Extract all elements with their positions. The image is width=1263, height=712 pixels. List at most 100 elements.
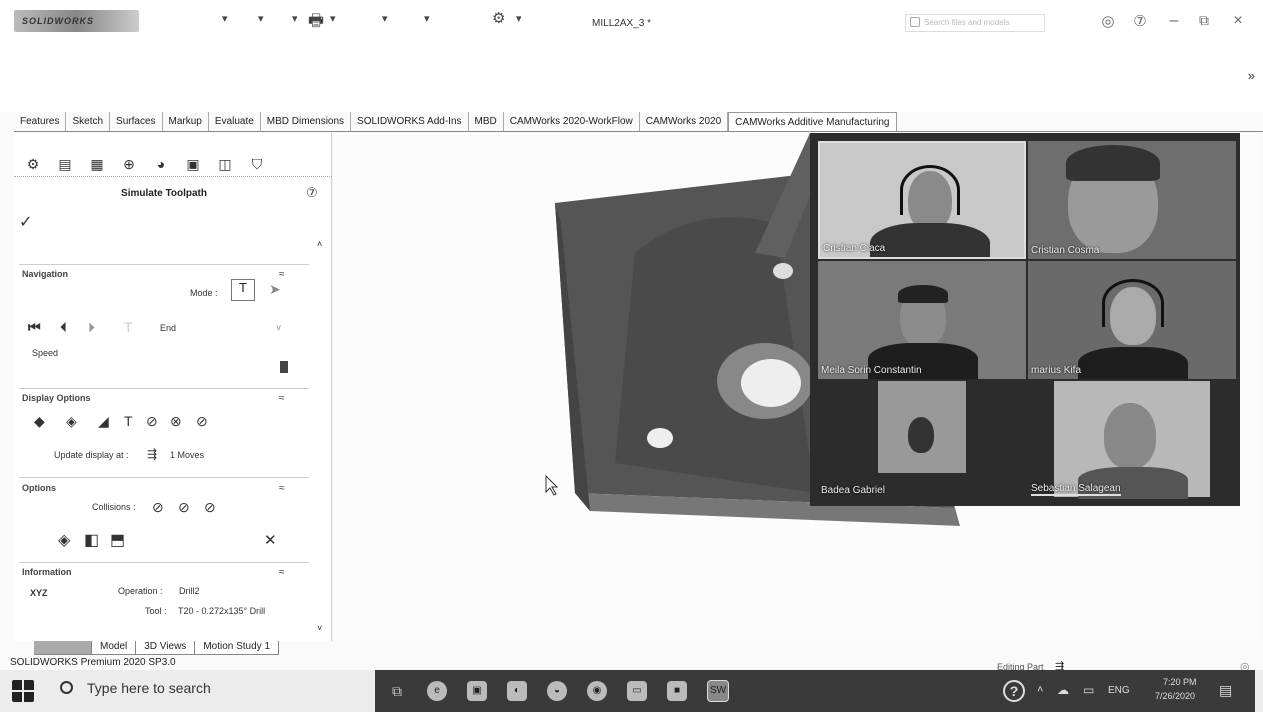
collapse-icon[interactable]: ≈ (279, 567, 285, 578)
clear-icon[interactable]: ✕ (264, 531, 277, 549)
tab-model-blank[interactable] (34, 641, 92, 655)
update-display-value[interactable]: 1 Moves (170, 450, 204, 460)
taskbar-search-box[interactable]: Type here to search (60, 680, 360, 696)
solidworks-logo[interactable]: SOLIDWORKS (14, 10, 139, 32)
dropdown-arrow-icon[interactable]: ▾ (292, 12, 298, 25)
tool-icon[interactable]: T (124, 319, 133, 335)
display-manager-icon[interactable]: ◕ (152, 155, 170, 173)
tool-display-icon[interactable]: T (124, 413, 133, 429)
tab-solidworks-add-ins[interactable]: SOLIDWORKS Add-Ins (351, 112, 469, 131)
dropdown-arrow-icon[interactable]: ▾ (330, 12, 336, 25)
windows-start-icon[interactable] (12, 680, 34, 702)
task-view-icon[interactable]: ⧉ (387, 681, 407, 701)
feature-manager-icon[interactable]: ⚙ (24, 155, 42, 173)
dropdown-arrow-icon[interactable]: ▾ (222, 12, 228, 25)
collapse-icon[interactable]: ≈ (279, 269, 285, 280)
user-icon[interactable]: ◎ (1098, 12, 1118, 30)
step-forward-icon[interactable]: ⏵ (88, 319, 95, 336)
tab-camworks-workflow[interactable]: CAMWorks 2020-WorkFlow (504, 112, 640, 131)
configuration-manager-icon[interactable]: ▦ (88, 155, 106, 173)
participant-tile[interactable]: Sebastian Salagean (1028, 381, 1236, 499)
search-input[interactable]: Search files and models (905, 14, 1045, 32)
tab-markup[interactable]: Markup (163, 112, 209, 131)
end-select[interactable]: End (160, 323, 176, 333)
solid-display-icon[interactable]: ◢ (98, 413, 109, 430)
tab-model[interactable]: Model (92, 641, 137, 655)
tab-mbd-dimensions[interactable]: MBD Dimensions (261, 112, 352, 131)
part-display-icon[interactable]: ◈ (66, 413, 77, 430)
help-icon[interactable]: ⑦ (1130, 12, 1150, 30)
app-icon[interactable]: ◒ (547, 681, 567, 701)
run-icon[interactable]: ➤ (269, 281, 281, 298)
clock-time[interactable]: 7:20 PM (1163, 677, 1197, 687)
tab-features[interactable]: Features (14, 112, 67, 131)
save-stock-icon[interactable]: ⬒ (110, 530, 125, 550)
file-explorer-icon[interactable]: ▭ (627, 681, 647, 701)
notifications-icon[interactable]: ▤ (1219, 682, 1232, 699)
chrome-icon[interactable]: ◉ (587, 681, 607, 701)
holder-display-icon[interactable]: ⊘ (146, 413, 158, 430)
collision-icon[interactable]: ⊘ (152, 499, 164, 516)
property-manager-icon[interactable]: ▤ (56, 155, 74, 173)
restore-icon[interactable]: ⧉ (1194, 12, 1214, 29)
camworks-operation-tree-icon[interactable]: ◫ (216, 155, 234, 173)
collapse-icon[interactable]: ≈ (279, 393, 285, 404)
rewind-icon[interactable]: ⏮ (28, 319, 41, 336)
app-icon[interactable]: ■ (667, 681, 687, 701)
tab-camworks-2020[interactable]: CAMWorks 2020 (640, 112, 729, 131)
chevron-down-icon[interactable]: ˅ (276, 323, 281, 333)
section-display-icon[interactable]: ⊘ (196, 413, 208, 430)
clock-date[interactable]: 7/26/2020 (1155, 691, 1195, 701)
step-back-icon[interactable]: ⏴ (60, 319, 67, 336)
collapse-icon[interactable]: ≈ (279, 483, 285, 494)
participant-tile[interactable]: Meila Sorin Constantin (818, 261, 1026, 379)
chevron-up-icon[interactable]: ˄ (1037, 684, 1043, 696)
tab-3d-views[interactable]: 3D Views (136, 641, 196, 655)
network-icon[interactable]: ▭ (1083, 683, 1094, 697)
participant-tile[interactable]: Badea Gabriel (818, 381, 1026, 499)
speed-slider-handle[interactable] (280, 361, 288, 373)
stock-display-icon[interactable]: ◆ (34, 413, 45, 430)
stock-compare-icon[interactable]: ◈ (58, 530, 70, 550)
participant-tile[interactable]: Cristian Ciaca (818, 141, 1026, 259)
dropdown-arrow-icon[interactable]: ▾ (382, 12, 388, 25)
tab-evaluate[interactable]: Evaluate (209, 112, 261, 131)
participant-name: Cristian Cosma (1031, 245, 1100, 256)
close-icon[interactable]: × (1228, 12, 1248, 30)
help-icon[interactable]: ? (1003, 680, 1025, 702)
expand-chevron-icon[interactable]: » (1248, 68, 1255, 83)
scroll-up-icon[interactable]: ˄ (317, 239, 322, 249)
camworks-feature-tree-icon[interactable]: ▣ (184, 155, 202, 173)
language-indicator[interactable]: ENG (1108, 685, 1130, 696)
path-display-icon[interactable]: ⊗ (170, 413, 182, 430)
collision-icon[interactable]: ⊘ (204, 499, 216, 516)
gear-icon[interactable]: ⚙ (492, 9, 505, 27)
participant-tile[interactable]: marius Kifa (1028, 261, 1236, 379)
camworks-tool-tree-icon[interactable]: ⛉ (248, 155, 266, 173)
dropdown-arrow-icon[interactable]: ▾ (258, 12, 264, 25)
store-icon[interactable]: ▣ (467, 681, 487, 701)
collision-icon[interactable]: ⊘ (178, 499, 190, 516)
tab-motion-study[interactable]: Motion Study 1 (195, 641, 280, 655)
edge-icon[interactable]: e (427, 681, 447, 701)
dropdown-arrow-icon[interactable]: ▾ (516, 12, 522, 25)
solidworks-taskbar-icon[interactable]: SW (707, 680, 729, 702)
ok-check-icon[interactable]: ✓ (19, 212, 32, 232)
scroll-down-icon[interactable]: ˅ (317, 623, 322, 633)
print-icon[interactable]: 🖶 (308, 8, 324, 37)
video-call-panel[interactable]: Cristian Ciaca Cristian Cosma Meila Sori… (810, 133, 1240, 506)
dimxpert-icon[interactable]: ⊕ (120, 155, 138, 173)
tab-camworks-additive[interactable]: CAMWorks Additive Manufacturing (728, 112, 897, 131)
app-icon[interactable]: ◐ (507, 681, 527, 701)
help-icon[interactable]: ⑦ (306, 185, 318, 201)
dropdown-arrow-icon[interactable]: ▾ (424, 12, 430, 25)
stl-icon[interactable]: ◧ (84, 530, 99, 550)
minimize-icon[interactable]: – (1164, 12, 1184, 30)
participant-tile[interactable]: Cristian Cosma (1028, 141, 1236, 259)
mode-tool-icon[interactable]: T (231, 279, 255, 301)
tab-mbd[interactable]: MBD (469, 112, 504, 131)
tab-sketch[interactable]: Sketch (66, 112, 111, 131)
collisions-label: Collisions : (92, 502, 136, 512)
onedrive-icon[interactable]: ☁ (1057, 683, 1069, 697)
tab-surfaces[interactable]: Surfaces (110, 112, 163, 131)
